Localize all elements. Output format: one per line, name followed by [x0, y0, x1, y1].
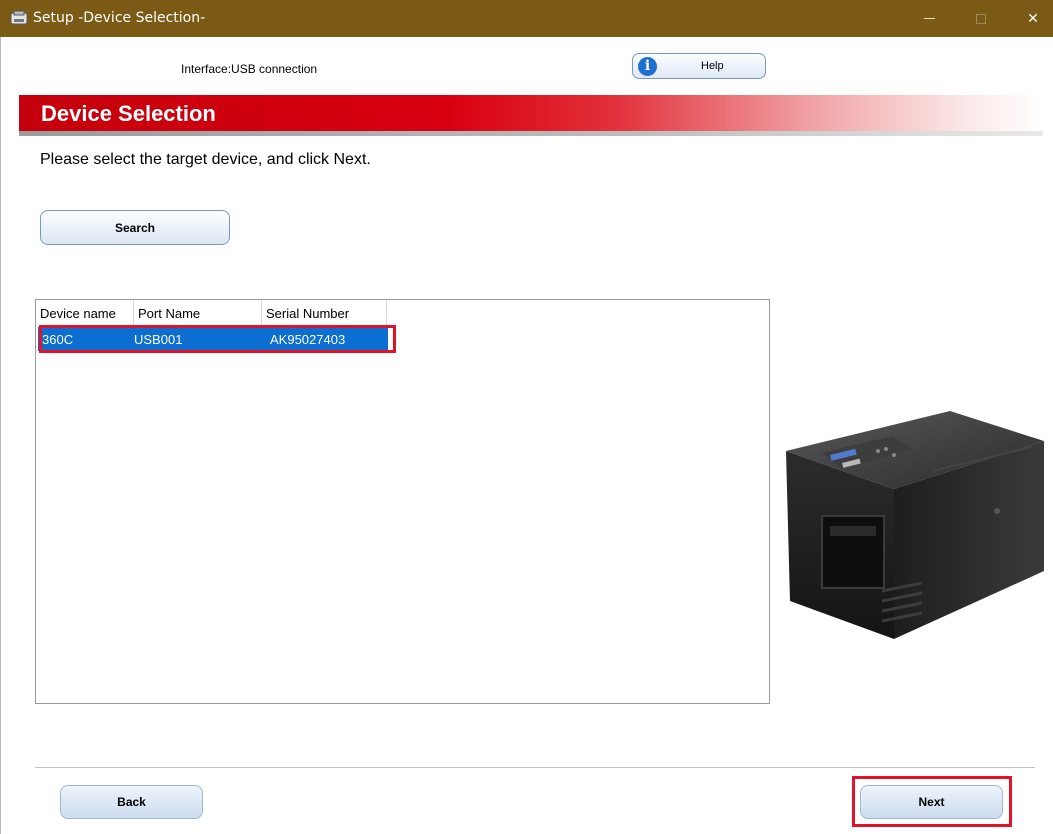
- info-icon: i: [638, 56, 657, 76]
- column-header-port-name[interactable]: Port Name: [134, 300, 262, 326]
- maximize-button[interactable]: [958, 0, 1004, 37]
- page-title: Device Selection: [41, 101, 216, 126]
- next-annotation-highlight: [852, 776, 1012, 827]
- printer-image: [786, 411, 1044, 639]
- search-button[interactable]: Search: [40, 210, 230, 245]
- back-button-label: Back: [117, 795, 146, 809]
- device-list[interactable]: Device name Port Name Serial Number 360C…: [35, 299, 770, 704]
- setup-app-icon: [10, 10, 28, 25]
- help-button-label: Help: [701, 60, 724, 72]
- column-header-serial-number[interactable]: Serial Number: [262, 300, 387, 326]
- minimize-icon: [923, 18, 935, 19]
- close-icon: ✕: [1027, 10, 1039, 26]
- interface-label: Interface:USB connection: [181, 62, 318, 76]
- back-button[interactable]: Back: [60, 785, 203, 819]
- banner-divider: [19, 131, 1043, 136]
- minimize-button[interactable]: [906, 0, 952, 37]
- search-button-label: Search: [114, 220, 156, 235]
- list-header: Device name Port Name Serial Number: [36, 300, 387, 326]
- title-bar: Setup -Device Selection- ✕: [0, 0, 1053, 37]
- footer-divider: [35, 767, 1035, 768]
- close-button[interactable]: ✕: [1010, 0, 1053, 37]
- window-title: Setup -Device Selection-: [33, 10, 206, 26]
- column-header-device-name[interactable]: Device name: [36, 300, 134, 326]
- section-banner: Device Selection: [19, 95, 1043, 131]
- help-button[interactable]: i Help: [632, 53, 766, 79]
- row-annotation-highlight: [39, 325, 396, 353]
- maximize-icon: [976, 13, 986, 24]
- instruction-text: Please select the target device, and cli…: [40, 151, 371, 168]
